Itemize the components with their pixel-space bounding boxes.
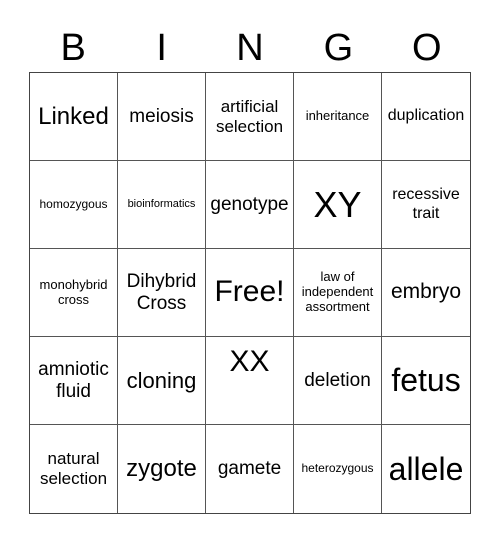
- bingo-cell[interactable]: deletion: [294, 337, 382, 425]
- bingo-cell[interactable]: Linked: [30, 73, 118, 161]
- bingo-board: Linked meiosis artificial selection inhe…: [29, 72, 471, 514]
- bingo-cell[interactable]: zygote: [118, 425, 206, 513]
- bingo-cell[interactable]: embryo: [382, 249, 470, 337]
- bingo-header: B I N G O: [29, 24, 471, 72]
- header-letter-i: I: [156, 27, 167, 69]
- bingo-cell[interactable]: fetus: [382, 337, 470, 425]
- header-letter-g: G: [323, 27, 354, 69]
- bingo-cell[interactable]: gamete: [206, 425, 294, 513]
- bingo-cell[interactable]: genotype: [206, 161, 294, 249]
- bingo-cell[interactable]: law of independent assortment: [294, 249, 382, 337]
- bingo-cell[interactable]: inheritance: [294, 73, 382, 161]
- bingo-cell[interactable]: duplication: [382, 73, 470, 161]
- bingo-cell[interactable]: XY: [294, 161, 382, 249]
- bingo-cell[interactable]: amniotic fluid: [30, 337, 118, 425]
- header-letter-o: O: [412, 27, 442, 69]
- bingo-cell[interactable]: monohybrid cross: [30, 249, 118, 337]
- bingo-cell[interactable]: XX: [206, 337, 294, 425]
- bingo-cell[interactable]: artificial selection: [206, 73, 294, 161]
- bingo-cell[interactable]: Dihybrid Cross: [118, 249, 206, 337]
- header-letter-b: B: [60, 27, 86, 69]
- bingo-cell[interactable]: allele: [382, 425, 470, 513]
- bingo-cell[interactable]: natural selection: [30, 425, 118, 513]
- bingo-cell[interactable]: meiosis: [118, 73, 206, 161]
- bingo-cell[interactable]: recessive trait: [382, 161, 470, 249]
- bingo-cell[interactable]: bioinformatics: [118, 161, 206, 249]
- bingo-cell[interactable]: cloning: [118, 337, 206, 425]
- free-space-cell[interactable]: Free!: [206, 249, 294, 337]
- bingo-cell[interactable]: homozygous: [30, 161, 118, 249]
- bingo-cell[interactable]: heterozygous: [294, 425, 382, 513]
- header-letter-n: N: [236, 27, 264, 69]
